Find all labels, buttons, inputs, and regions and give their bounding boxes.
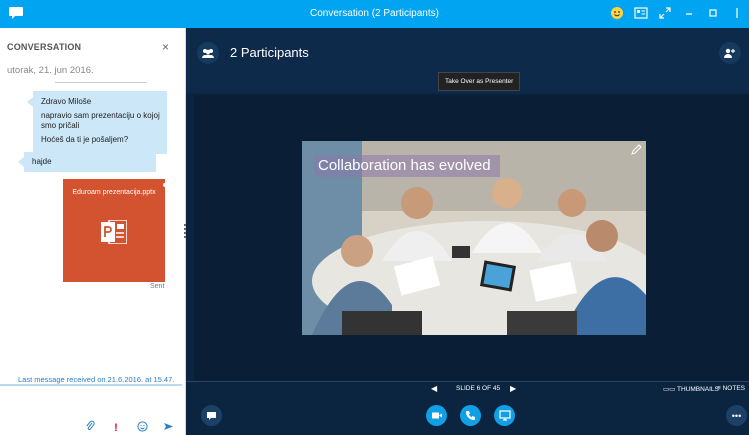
slide-title: Collaboration has evolved (314, 155, 500, 177)
file-status-dot (163, 183, 167, 187)
take-over-presenter-tooltip[interactable]: Take Over as Presenter (438, 72, 521, 91)
next-slide-icon[interactable]: ▶ (510, 384, 516, 393)
video-button[interactable] (426, 405, 447, 426)
chat-button[interactable] (201, 405, 222, 426)
meeting-stage: 2 Participants Take Over as Presenter Co… (186, 28, 749, 435)
participants-button[interactable] (197, 42, 219, 64)
sent-status: Sent (150, 283, 165, 290)
slide-counter: SLIDE 6 OF 45 (456, 385, 501, 392)
maximize-icon[interactable] (705, 5, 721, 21)
participants-count: 2 Participants (230, 45, 309, 60)
minimize-icon[interactable] (681, 5, 697, 21)
add-person-icon (724, 48, 735, 58)
phone-icon (466, 411, 475, 420)
thumbnails-button[interactable]: ▭▭ THUMBNAILS (663, 385, 719, 393)
incoming-line-1: Zdravo Miloše (41, 97, 92, 106)
add-participant-button[interactable] (719, 42, 741, 64)
emoticon-icon[interactable] (136, 420, 148, 435)
send-icon[interactable] (162, 421, 174, 435)
slide-content[interactable]: Collaboration has evolved (302, 141, 646, 335)
chat-icon (207, 411, 216, 420)
call-controls-bar: ••• (186, 396, 749, 435)
conversation-panel: CONVERSATION × utorak, 21. jun 2016. Zdr… (0, 28, 186, 435)
pen-icon[interactable] (630, 144, 642, 156)
attachment-icon[interactable] (84, 420, 96, 435)
close-window-icon[interactable] (729, 5, 745, 21)
outgoing-message: hajde (18, 152, 156, 172)
important-icon[interactable]: ! (110, 422, 122, 434)
emoji-status-icon[interactable] (609, 5, 625, 21)
compose-divider (0, 384, 182, 386)
call-button[interactable] (460, 405, 481, 426)
compose-toolbar: ! (84, 420, 174, 435)
window-controls (609, 5, 745, 21)
last-message-info: Last message received on 21.6.2016. at 1… (18, 375, 175, 384)
incoming-message: Zdravo Miloše napravio sam prezentaciju … (27, 91, 167, 154)
date-divider (55, 82, 147, 83)
notes-button[interactable]: ≡ NOTES (717, 385, 745, 392)
stage-header: 2 Participants Take Over as Presenter (186, 28, 749, 93)
previous-slide-icon[interactable]: ◀ (431, 384, 437, 393)
thumbnails-icon: ▭▭ (663, 386, 677, 393)
incoming-line-2: napravio sam prezentaciju o kojoj smo pr… (41, 110, 160, 131)
people-icon (202, 49, 214, 58)
monitor-icon (498, 410, 511, 421)
title-bar: Conversation (2 Participants) (0, 0, 749, 28)
contact-card-icon[interactable] (633, 5, 649, 21)
conversation-heading: CONVERSATION (7, 42, 82, 52)
slide-navigation: ◀ SLIDE 6 OF 45 ▶ ▭▭ THUMBNAILS ≡ NOTES (186, 381, 749, 395)
incoming-line-3: Hoćeš da ti je pošaljem? (41, 134, 129, 144)
expand-icon[interactable] (657, 5, 673, 21)
close-conversation-button[interactable]: × (162, 40, 169, 54)
video-camera-icon (431, 412, 442, 419)
conversation-date: utorak, 21. jun 2016. (7, 65, 94, 76)
ellipsis-icon: ••• (731, 410, 742, 421)
powerpoint-icon (101, 220, 127, 244)
thumbnails-label: THUMBNAILS (676, 386, 719, 393)
present-button[interactable] (494, 405, 515, 426)
file-name: Eduroam prezentacija.pptx (72, 189, 156, 196)
notes-label: NOTES (722, 385, 746, 392)
more-options-button[interactable]: ••• (726, 405, 747, 426)
pptx-file-attachment[interactable]: Eduroam prezentacija.pptx (63, 179, 167, 282)
